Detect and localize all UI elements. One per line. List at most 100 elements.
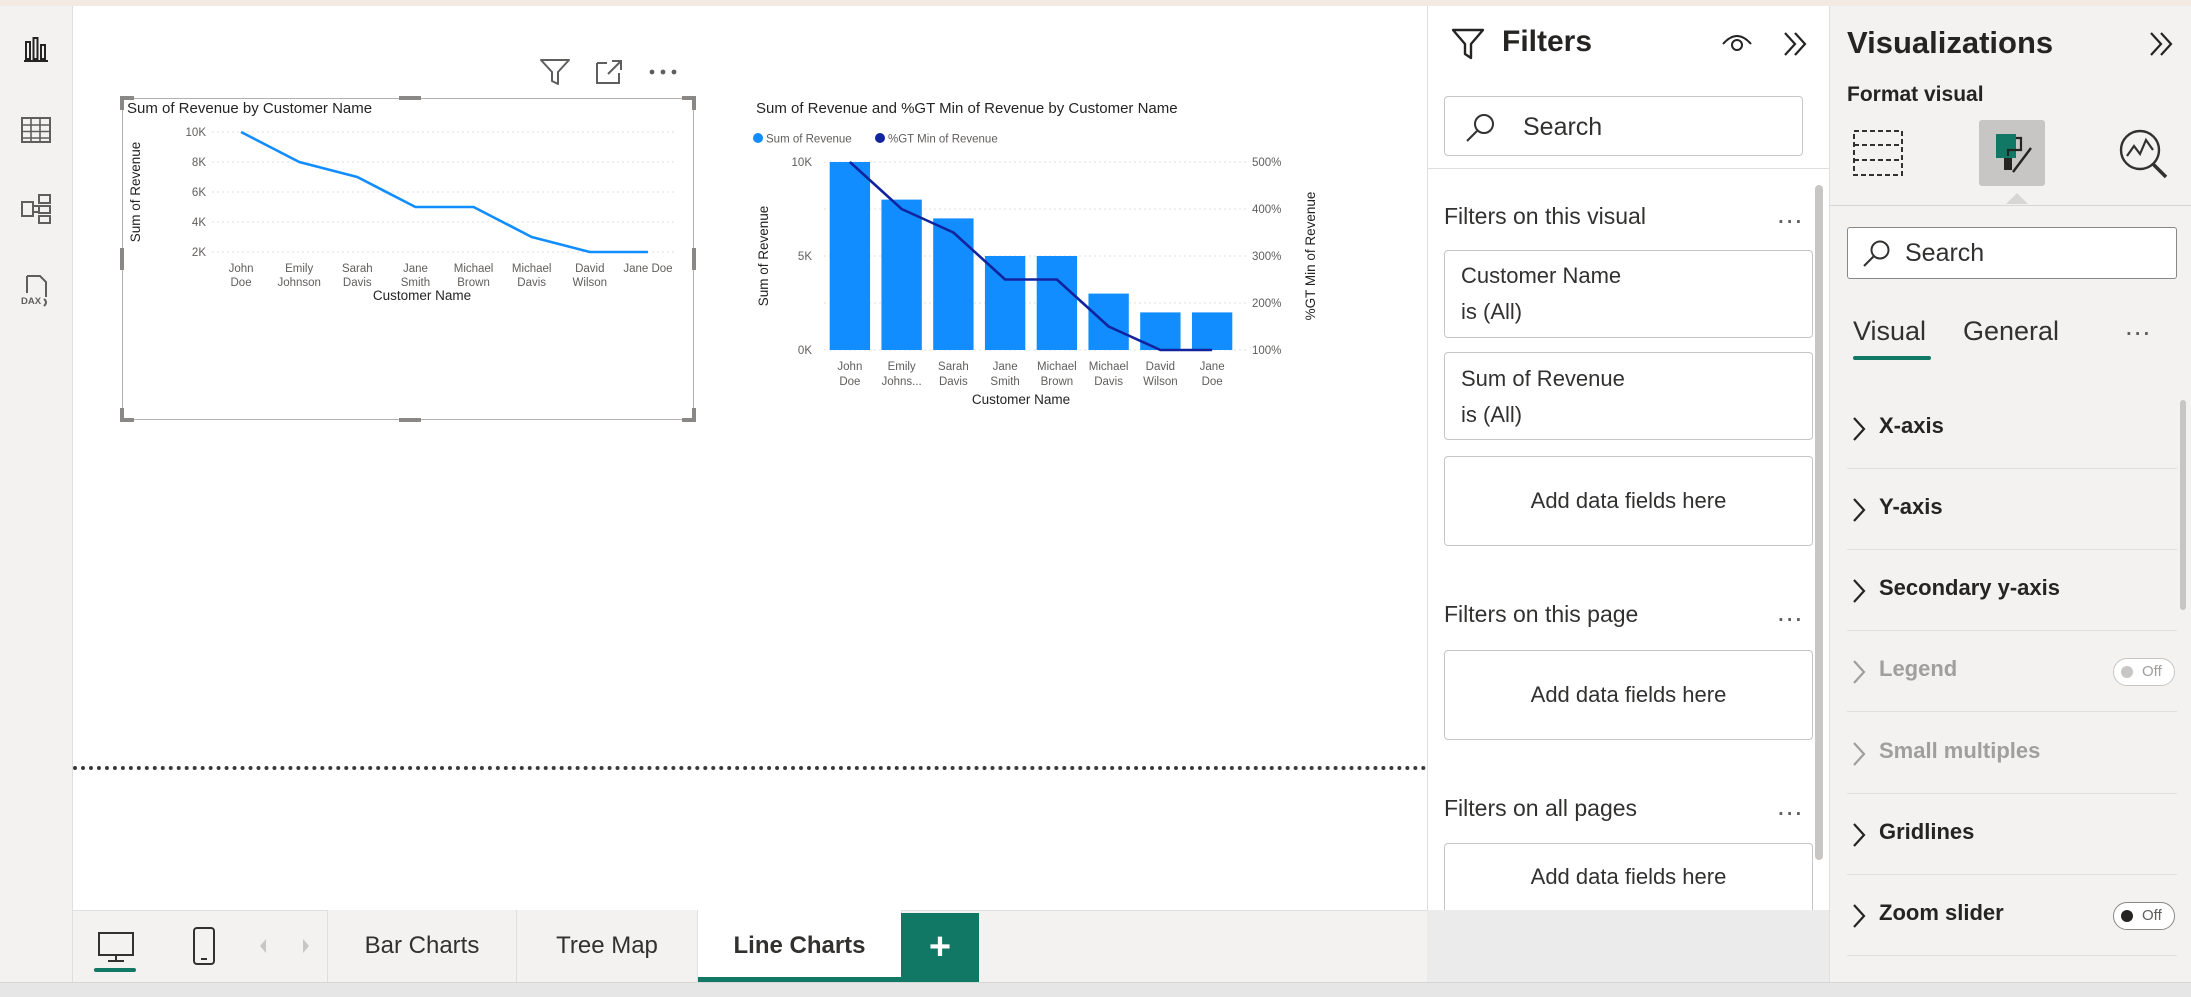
- filters-scrollbar[interactable]: [1815, 185, 1823, 860]
- section-gridlines[interactable]: Gridlines: [1847, 795, 2177, 875]
- page-tab-bar-charts[interactable]: Bar Charts: [328, 910, 517, 982]
- table-view-icon[interactable]: [8, 102, 64, 158]
- model-view-icon[interactable]: [8, 181, 64, 237]
- legend-marker: [875, 133, 885, 143]
- x-tick-label: EmilyJohnson: [277, 263, 320, 289]
- filters-on-visual-heading: Filters on this visual: [1444, 203, 1646, 230]
- x-tick-label: JaneSmith: [990, 361, 1019, 388]
- visualizations-search-input[interactable]: Search: [1847, 227, 2177, 279]
- section-legend[interactable]: Legend Off: [1847, 632, 2177, 712]
- visualizations-scrollbar[interactable]: [2180, 400, 2186, 610]
- format-visual-button[interactable]: [1979, 120, 2045, 186]
- visualizations-search-placeholder: Search: [1905, 239, 1984, 268]
- add-data-fields-visual[interactable]: Add data fields here: [1444, 456, 1813, 546]
- legend-toggle[interactable]: Off: [2113, 658, 2175, 686]
- section-label: Y-axis: [1879, 494, 1943, 520]
- build-visual-icon: [1851, 126, 1905, 180]
- x-axis-title: Customer Name: [373, 288, 471, 303]
- filters-search-input[interactable]: Search: [1444, 96, 1803, 156]
- y-tick-label: 4K: [192, 217, 206, 229]
- format-visual-label: Format visual: [1847, 83, 1984, 107]
- x-tick-label: JaneDoe: [1200, 361, 1225, 388]
- format-brush-icon: [1987, 128, 2037, 178]
- chevron-left-icon: [255, 934, 271, 958]
- y-tick-label: 6K: [192, 187, 206, 199]
- page-tab-line-charts[interactable]: Line Charts: [698, 910, 902, 982]
- chevron-right-icon: [1851, 741, 1867, 767]
- filter-card-sum-of-revenue[interactable]: Sum of Revenue is (All): [1444, 352, 1813, 440]
- eye-icon[interactable]: [1720, 30, 1754, 61]
- section-y-axis[interactable]: Y-axis: [1847, 470, 2177, 550]
- visual-header-toolbar: [535, 54, 683, 90]
- filters-on-visual-more-button[interactable]: ...: [1777, 198, 1803, 230]
- resize-handle[interactable]: [399, 418, 421, 422]
- section-label: Zoom slider: [1879, 900, 2004, 926]
- line-chart-plot: 10K8K6K4K2KJohnDoeEmilyJohnsonSarahDavis…: [122, 118, 694, 418]
- chevron-right-icon: [1851, 416, 1867, 442]
- filter-icon[interactable]: [535, 54, 575, 90]
- view-rail: DAX: [0, 6, 73, 982]
- tab-general[interactable]: General: [1963, 316, 2059, 347]
- section-zoom-slider[interactable]: Zoom slider Off: [1847, 876, 2177, 956]
- chart-title: Sum of Revenue and %GT Min of Revenue by…: [756, 100, 1178, 117]
- analytics-button[interactable]: [2110, 120, 2176, 186]
- bar-sum-of-revenue: [881, 200, 921, 350]
- filters-on-page-more-button[interactable]: ...: [1777, 596, 1803, 628]
- section-label: Gridlines: [1879, 819, 1974, 845]
- y-axis-title: Sum of Revenue: [128, 142, 143, 243]
- add-data-fields-all-pages[interactable]: Add data fields here: [1444, 843, 1813, 910]
- toggle-state: Off: [2142, 907, 2162, 924]
- y-axis-title: Sum of Revenue: [756, 206, 771, 307]
- section-x-axis[interactable]: X-axis: [1847, 389, 2177, 469]
- collapse-pane-icon[interactable]: [2146, 30, 2176, 63]
- resize-handle[interactable]: [692, 96, 696, 110]
- focus-mode-icon[interactable]: [589, 54, 629, 90]
- chart-title: Sum of Revenue by Customer Name: [127, 100, 372, 117]
- active-tab-indicator: [1853, 356, 1931, 360]
- section-secondary-y-axis[interactable]: Secondary y-axis: [1847, 551, 2177, 631]
- y2-tick-label: 200%: [1252, 298, 1281, 310]
- x-tick-label: SarahDavis: [938, 361, 969, 388]
- legend-label: %GT Min of Revenue: [888, 134, 998, 146]
- add-data-fields-page[interactable]: Add data fields here: [1444, 650, 1813, 740]
- zoom-slider-toggle[interactable]: Off: [2113, 902, 2175, 930]
- chevron-right-icon: [1851, 822, 1867, 848]
- bar-sum-of-revenue: [985, 256, 1025, 350]
- scroll-tabs-left-button[interactable]: [255, 934, 271, 963]
- build-visual-button[interactable]: [1845, 120, 1911, 186]
- bar-sum-of-revenue: [1037, 256, 1077, 350]
- x-axis-title: Customer Name: [972, 392, 1070, 407]
- format-more-button[interactable]: ...: [2125, 310, 2151, 342]
- add-page-button[interactable]: +: [901, 913, 979, 982]
- y-tick-label: 10K: [792, 157, 813, 169]
- section-label: X-axis: [1879, 413, 1944, 439]
- chevron-right-icon: [298, 934, 314, 958]
- report-view-icon[interactable]: [8, 21, 64, 77]
- scroll-tabs-right-button[interactable]: [298, 934, 314, 963]
- desktop-icon: [96, 931, 136, 965]
- tab-visual[interactable]: Visual: [1853, 316, 1926, 347]
- filter-card-customer-name[interactable]: Customer Name is (All): [1444, 250, 1813, 338]
- desktop-layout-button[interactable]: [90, 922, 142, 974]
- x-tick-label: MichaelDavis: [1089, 361, 1129, 388]
- filter-card-field: Customer Name: [1461, 263, 1621, 289]
- x-tick-label: DavidWilson: [1143, 361, 1178, 388]
- page-tab-tree-map[interactable]: Tree Map: [517, 910, 698, 982]
- collapse-pane-icon[interactable]: [1780, 30, 1810, 63]
- search-icon: [1463, 111, 1499, 143]
- more-options-icon[interactable]: [643, 54, 683, 90]
- filter-card-state: is (All): [1461, 402, 1522, 428]
- selected-pointer: [2006, 193, 2028, 204]
- resize-handle[interactable]: [399, 96, 421, 100]
- filters-on-all-pages-more-button[interactable]: ...: [1777, 790, 1803, 822]
- mobile-layout-button[interactable]: [180, 918, 228, 974]
- dax-query-view-icon[interactable]: DAX: [8, 263, 64, 319]
- section-small-multiples[interactable]: Small multiples: [1847, 714, 2177, 794]
- legend-marker: [753, 133, 763, 143]
- x-tick-label: SarahDavis: [342, 263, 373, 289]
- bar-sum-of-revenue: [1192, 312, 1232, 350]
- page-break-line: [73, 766, 1427, 770]
- toggle-state: Off: [2142, 663, 2162, 680]
- resize-handle[interactable]: [120, 96, 124, 110]
- x-tick-label: DavidWilson: [573, 263, 608, 289]
